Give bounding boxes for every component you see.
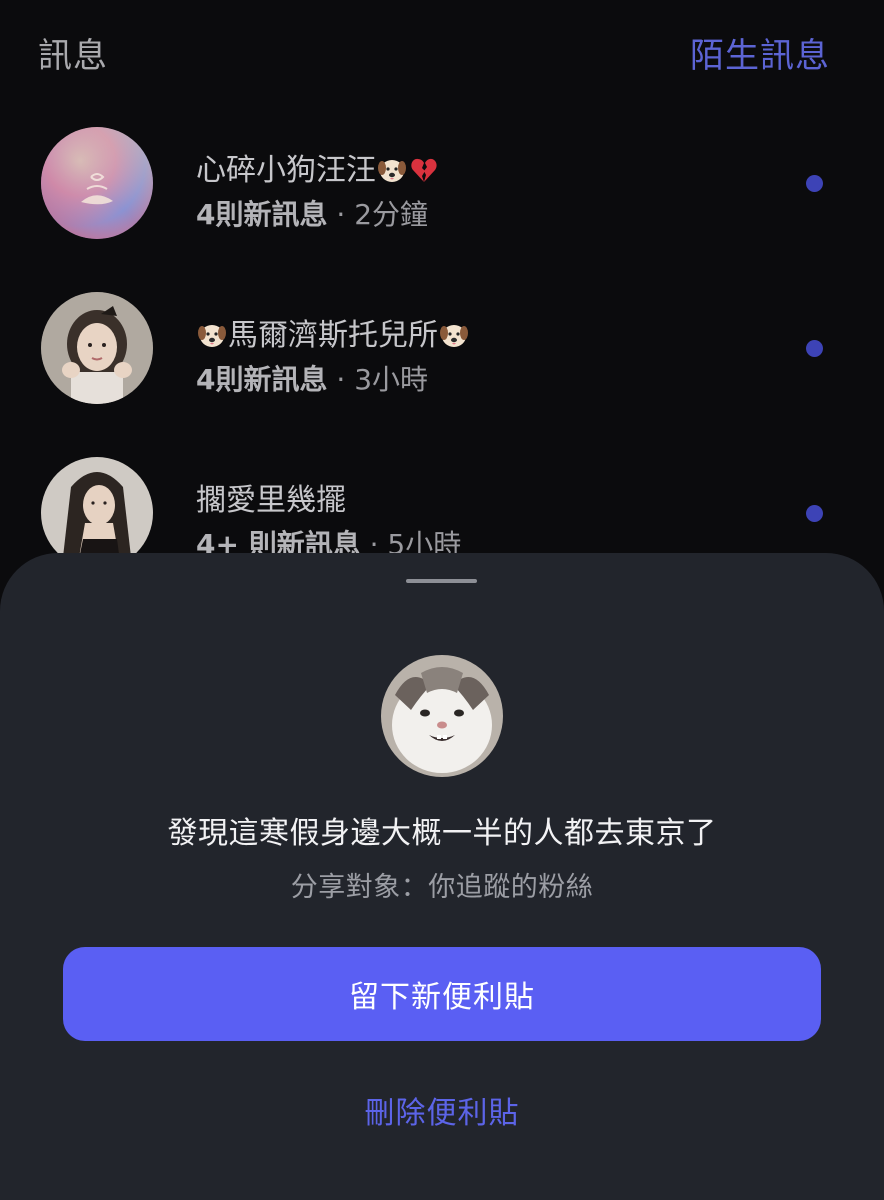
conversation-name: 擱愛里幾擺 xyxy=(196,475,346,519)
messages-screen: 訊息 陌生訊息 心碎小狗汪汪 4則新訊息 · 2分鐘 馬爾濟斯托兒所 4則新訊息… xyxy=(0,0,884,1200)
conversation-row[interactable]: 心碎小狗汪汪 4則新訊息 · 2分鐘 xyxy=(0,113,884,253)
conversation-name-text: 心碎小狗汪汪 xyxy=(196,153,376,188)
leave-new-note-button[interactable]: 留下新便利貼 xyxy=(63,947,821,1041)
broken-heart-icon xyxy=(411,158,437,182)
cat-avatar-image xyxy=(381,655,503,777)
conversation-name: 心碎小狗汪汪 xyxy=(196,145,440,189)
dog-face-icon xyxy=(378,160,406,182)
conversation-name-text: 擱愛里幾擺 xyxy=(196,483,346,518)
conversation-name-text: 馬爾濟斯托兒所 xyxy=(228,318,438,353)
conversation-row[interactable]: 馬爾濟斯托兒所 4則新訊息 · 3小時 xyxy=(0,278,884,418)
avatar xyxy=(41,292,153,404)
conversation-meta: 4則新訊息 · 3小時 xyxy=(196,358,428,398)
header: 訊息 陌生訊息 xyxy=(0,0,884,100)
meta-separator: · xyxy=(327,363,355,396)
note-avatar xyxy=(381,655,503,777)
delete-note-button[interactable]: 刪除便利貼 xyxy=(292,1088,592,1132)
timestamp: 3小時 xyxy=(354,363,429,396)
unread-indicator xyxy=(806,340,823,357)
avatar xyxy=(41,127,153,239)
timestamp: 2分鐘 xyxy=(354,198,429,231)
new-message-count: 4則新訊息 xyxy=(196,198,328,231)
message-requests-link[interactable]: 陌生訊息 xyxy=(690,28,830,77)
drag-handle[interactable] xyxy=(406,579,477,583)
meta-separator: · xyxy=(327,198,355,231)
avatar-image xyxy=(41,127,153,239)
avatar-image xyxy=(41,292,153,404)
conversation-meta: 4則新訊息 · 2分鐘 xyxy=(196,193,428,233)
page-title: 訊息 xyxy=(38,36,108,76)
note-text: 發現這寒假身邊大概一半的人都去東京了 xyxy=(167,816,717,851)
note-bottom-sheet: 發現這寒假身邊大概一半的人都去東京了 分享對象：你追蹤的粉絲 留下新便利貼 刪除… xyxy=(0,553,884,1200)
dog-face-icon xyxy=(440,325,468,347)
dog-face-icon xyxy=(198,325,226,347)
audience-text: 分享對象：你追蹤的粉絲 xyxy=(290,872,594,903)
unread-indicator xyxy=(806,175,823,192)
conversation-name: 馬爾濟斯托兒所 xyxy=(196,310,470,354)
new-message-count: 4則新訊息 xyxy=(196,363,328,396)
unread-indicator xyxy=(806,505,823,522)
